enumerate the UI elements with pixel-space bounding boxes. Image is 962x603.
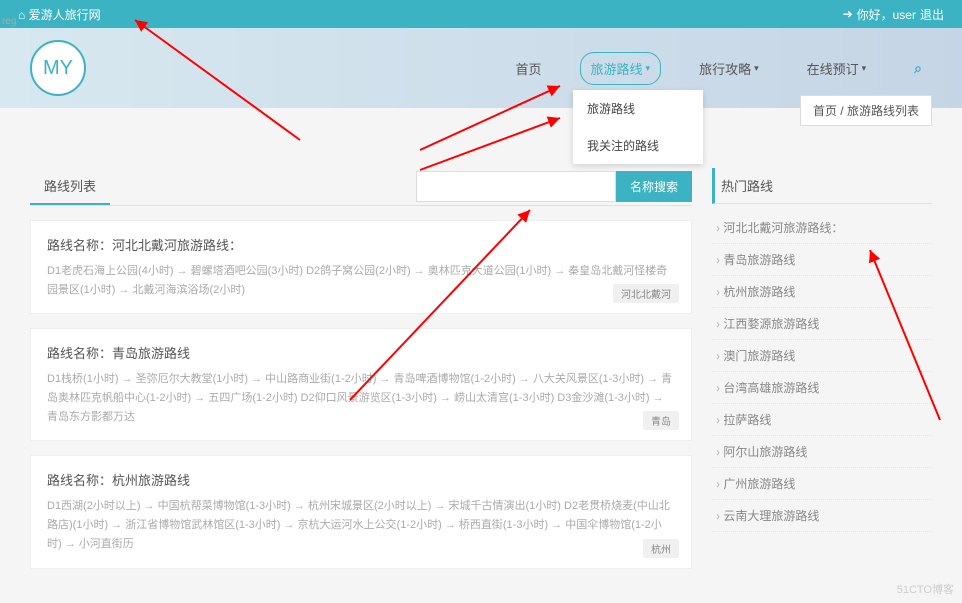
topbar: ⌂ 爱游人旅行网 ➜ 你好，user 退出 <box>0 0 962 28</box>
login-icon: ➜ <box>843 7 853 21</box>
route-card[interactable]: 路线名称：杭州旅游路线 D1西湖(2小时以上) → 中国杭帮菜博物馆(1-3小时… <box>30 455 692 568</box>
nav-home[interactable]: 首页 <box>506 53 552 84</box>
hot-item[interactable]: 拉萨路线 <box>712 404 932 436</box>
hot-item[interactable]: 江西婺源旅游路线 <box>712 308 932 340</box>
hot-title: 热门路线 <box>712 168 932 204</box>
hot-item[interactable]: 云南大理旅游路线 <box>712 500 932 532</box>
nav-dropdown: 旅游路线 我关注的路线 <box>573 90 703 164</box>
left-column: 路线列表 名称搜索 路线名称：河北北戴河旅游路线： D1老虎石海上公园(4小时)… <box>30 168 692 583</box>
breadcrumb: 首页 / 旅游路线列表 <box>800 95 932 126</box>
nav-route[interactable]: 旅游路线 ▾ <box>580 52 662 85</box>
dropdown-route[interactable]: 旅游路线 <box>573 90 703 127</box>
route-card[interactable]: 路线名称：青岛旅游路线 D1栈桥(1小时) → 圣弥厄尔大教堂(1小时) → 中… <box>30 328 692 441</box>
nav-booking[interactable]: 在线预订 ▾ <box>797 53 877 84</box>
breadcrumb-page: 旅游路线列表 <box>847 104 919 118</box>
hot-list: 河北北戴河旅游路线： 青岛旅游路线 杭州旅游路线 江西婺源旅游路线 澳门旅游路线… <box>712 212 932 532</box>
tab-route-list[interactable]: 路线列表 <box>30 168 110 205</box>
chevron-down-icon: ▾ <box>646 63 651 74</box>
nav: 首页 旅游路线 ▾ 旅行攻略 ▾ 在线预订 ▾ ⌕ <box>506 52 933 85</box>
home-icon: ⌂ <box>18 8 29 22</box>
dropdown-followed[interactable]: 我关注的路线 <box>573 127 703 164</box>
watermark: 51CTO博客 <box>897 581 954 597</box>
right-column: 热门路线 河北北戴河旅游路线： 青岛旅游路线 杭州旅游路线 江西婺源旅游路线 澳… <box>712 168 932 583</box>
nav-strategy[interactable]: 旅行攻略 ▾ <box>689 53 769 84</box>
route-title: 路线名称：河北北戴河旅游路线： <box>47 235 675 254</box>
main: 路线列表 名称搜索 路线名称：河北北戴河旅游路线： D1老虎石海上公园(4小时)… <box>0 108 962 603</box>
route-tag: 河北北戴河 <box>613 284 679 303</box>
route-title: 路线名称：青岛旅游路线 <box>47 343 675 362</box>
logo-tag: reg <box>2 16 16 27</box>
route-desc: D1栈桥(1小时) → 圣弥厄尔大教堂(1小时) → 中山路商业街(1-2小时)… <box>47 370 675 426</box>
route-tag: 杭州 <box>643 539 679 558</box>
route-title: 路线名称：杭州旅游路线 <box>47 470 675 489</box>
route-card[interactable]: 路线名称：河北北戴河旅游路线： D1老虎石海上公园(4小时) → 碧螺塔酒吧公园… <box>30 220 692 314</box>
hot-item[interactable]: 杭州旅游路线 <box>712 276 932 308</box>
hot-item[interactable]: 青岛旅游路线 <box>712 244 932 276</box>
route-tag: 青岛 <box>643 411 679 430</box>
breadcrumb-home[interactable]: 首页 <box>813 104 837 118</box>
route-desc: D1老虎石海上公园(4小时) → 碧螺塔酒吧公园(3小时) D2鸽子窝公园(2小… <box>47 262 675 299</box>
section-title: 路线列表 名称搜索 <box>30 168 692 206</box>
search-icon[interactable]: ⌕ <box>904 54 932 83</box>
header: reg MY 首页 旅游路线 ▾ 旅行攻略 ▾ 在线预订 ▾ ⌕ 旅游路线 我关… <box>0 28 962 108</box>
hot-item[interactable]: 广州旅游路线 <box>712 468 932 500</box>
route-desc: D1西湖(2小时以上) → 中国杭帮菜博物馆(1-3小时) → 杭州宋城景区(2… <box>47 497 675 553</box>
chevron-down-icon: ▾ <box>862 63 867 74</box>
chevron-down-icon: ▾ <box>754 63 759 74</box>
site-name[interactable]: ⌂ 爱游人旅行网 <box>18 6 101 23</box>
search-button[interactable]: 名称搜索 <box>616 171 692 202</box>
hot-item[interactable]: 澳门旅游路线 <box>712 340 932 372</box>
greeting: 你好，user <box>857 6 916 23</box>
hot-item[interactable]: 河北北戴河旅游路线： <box>712 212 932 244</box>
hot-item[interactable]: 阿尔山旅游路线 <box>712 436 932 468</box>
search-input[interactable] <box>416 171 616 202</box>
logo[interactable]: MY <box>30 40 86 96</box>
hot-item[interactable]: 台湾高雄旅游路线 <box>712 372 932 404</box>
logout-link[interactable]: 退出 <box>920 6 944 23</box>
